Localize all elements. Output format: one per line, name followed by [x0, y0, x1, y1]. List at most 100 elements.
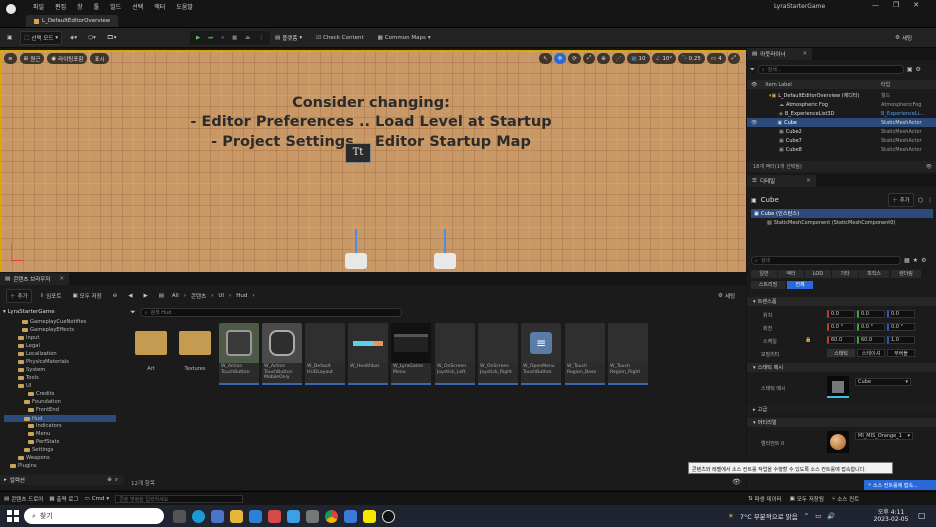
tree-item[interactable]: Legal [18, 343, 40, 349]
play-options-icon[interactable]: ⏭ [205, 31, 216, 45]
rotate-tool-icon[interactable]: ⟳ [568, 53, 581, 64]
filter-chip[interactable]: 렌더링 [891, 270, 921, 278]
player-start-icon[interactable] [343, 229, 369, 271]
tree-item[interactable]: Localization [18, 351, 57, 357]
source-control-button[interactable]: ⑂ 소스 컨트 [832, 495, 859, 503]
chrome-icon[interactable] [325, 510, 338, 523]
asset-tile[interactable]: W_Action TouchButton MobileOnly [262, 323, 302, 385]
tree-item[interactable]: Indicators [28, 423, 62, 429]
menu-select[interactable]: 선택 [132, 2, 143, 11]
tree-item[interactable]: Plugins [10, 463, 37, 469]
maximize-viewport-icon[interactable]: ⤢ [727, 53, 740, 64]
asset-tile[interactable]: W_Default HUDLayout [305, 323, 345, 385]
menu-tools[interactable]: 툴 [94, 2, 100, 11]
asset-tile[interactable]: W_Touch Region_Right [608, 323, 648, 385]
rotation-z[interactable]: 0.0 ° [887, 323, 915, 331]
component-root[interactable]: ▣ Cube (인스턴스) [751, 209, 933, 218]
check-content-button[interactable]: ☑ Check Content [313, 31, 366, 45]
static-mesh-section[interactable]: ▾ 스태틱 메시 [747, 363, 936, 372]
save-status-button[interactable]: ▣ 모두 저장됨 [790, 495, 824, 503]
outliner-row-selected[interactable]: 👁 ▣ Cube StaticMeshActor [747, 118, 936, 127]
tree-item[interactable]: UI [18, 383, 31, 389]
connect-source-control-popup[interactable]: ⑂ 소스 컨트롤에 접속... [864, 480, 936, 490]
close-tab-icon[interactable]: ✕ [806, 178, 811, 184]
pause-icon[interactable]: ⏸ [218, 31, 227, 45]
taskbar-search[interactable]: ⌕ 찾기 [24, 508, 164, 524]
search-icon[interactable]: ⌕ [115, 477, 118, 484]
content-settings-button[interactable]: ⚙ 세팅 [715, 289, 738, 303]
viewport-menu-icon[interactable]: ≡ [4, 53, 17, 64]
outliner-row[interactable]: ▣ Cube8 StaticMeshActor [747, 145, 936, 154]
tree-item[interactable]: Credits [28, 391, 54, 397]
edge-icon[interactable] [192, 510, 205, 523]
back-icon[interactable]: ◀ [125, 289, 135, 303]
save-all-button[interactable]: ▣ 모두 저장 [69, 289, 104, 303]
import-button[interactable]: ⇩ 임포트 [37, 289, 65, 303]
tree-item[interactable]: PhysicsMaterials [18, 359, 69, 365]
asset-tile[interactable]: · W_OnScreen Joystick_Right [478, 323, 518, 385]
filter-chip[interactable]: 일반 [751, 270, 777, 278]
menu-build[interactable]: 빌드 [110, 2, 121, 11]
details-search-input[interactable]: ⌕ 검색 [751, 256, 901, 265]
location-z[interactable]: 0.0 [887, 310, 915, 318]
cmd-button[interactable]: ▭ Cmd ▾ [85, 496, 110, 502]
filter-icon[interactable]: ⏷ [130, 308, 136, 317]
outliner-row[interactable]: ▣ Cube2 StaticMeshActor [747, 127, 936, 136]
save-icon[interactable]: ▣ [4, 31, 15, 45]
materials-section[interactable]: ▾ 머티리얼 [747, 418, 936, 427]
text-render-actor-icon[interactable]: Tt [345, 143, 371, 163]
outliner-search-input[interactable]: ⌕ 검색... [757, 65, 904, 74]
console-input[interactable]: 콘솔 명령을 입력하세요 [115, 495, 244, 503]
asset-folder[interactable]: Textures [175, 323, 215, 385]
close-icon[interactable]: ✕ [913, 1, 919, 9]
details-tab[interactable]: ☰ 디테일 ✕ [747, 175, 816, 187]
lit-button[interactable]: ◉ 라이팅포함 [47, 53, 88, 64]
tree-item[interactable]: System [18, 367, 45, 373]
folder-icon[interactable]: ▤ [156, 289, 167, 303]
show-button[interactable]: 표시 [90, 53, 109, 64]
mobility-stationary[interactable]: 스테이셔 [857, 349, 885, 357]
add-actor-icon[interactable]: ◈▾ [67, 31, 80, 45]
common-maps-button[interactable]: ▦ Common Maps ▾ [375, 31, 434, 45]
asset-tile[interactable]: · W_OnScreen Joystick_Left [435, 323, 475, 385]
mesh-thumbnail[interactable] [827, 376, 849, 398]
menu-file[interactable]: 파일 [33, 2, 44, 11]
windows-start-icon[interactable] [7, 510, 19, 522]
tree-item[interactable]: Settings [24, 447, 53, 453]
rotation-y[interactable]: 0.0 ° [857, 323, 885, 331]
level-tab[interactable]: L_DefaultEditorOverview [26, 15, 119, 27]
blueprint-icon[interactable]: ⬡ [918, 197, 923, 204]
asset-folder[interactable]: Art [131, 323, 171, 385]
camera-speed-button[interactable]: ▭ 4 [706, 53, 726, 64]
breadcrumb-ui[interactable]: UI [218, 293, 224, 299]
content-drawer-button[interactable]: ▤ 콘텐츠 드로어 [4, 495, 43, 503]
menu-help[interactable]: 도움말 [176, 2, 193, 11]
app-icon[interactable] [287, 510, 300, 523]
filter-chip[interactable]: 피직스 [859, 270, 889, 278]
tree-item[interactable]: FrontEnd [28, 407, 59, 413]
surface-snap-icon[interactable]: ⋰ [611, 53, 626, 64]
grid-snap-button[interactable]: ▦ 10 [627, 53, 650, 64]
unreal-taskbar-icon[interactable] [382, 510, 395, 523]
stop-icon[interactable]: ■ [229, 31, 240, 45]
tree-item[interactable]: Tools [18, 375, 39, 381]
history-icon[interactable]: ⊖ [110, 289, 121, 303]
close-tab-icon[interactable]: ✕ [59, 276, 64, 282]
add-button[interactable]: ＋ 추가 [6, 289, 32, 303]
scale-y[interactable]: 60.0 [857, 336, 885, 344]
location-x[interactable]: 0.0 [827, 310, 855, 318]
output-log-button[interactable]: ▦ 출력 로그 [49, 495, 78, 503]
breadcrumb-hud[interactable]: Hud [236, 293, 247, 299]
player-start-icon[interactable] [432, 229, 458, 271]
menu-actor[interactable]: 액터 [154, 2, 165, 11]
volume-icon[interactable]: 🔊 [827, 512, 835, 520]
location-y[interactable]: 0.0 [857, 310, 885, 318]
minimize-icon[interactable]: — [872, 1, 879, 9]
content-browser-tab[interactable]: ▤ 콘텐츠 브라우저 ✕ [0, 273, 69, 285]
advanced-section[interactable]: ▸ 고급 [747, 405, 936, 414]
static-mesh-select[interactable]: Cube ▾ [855, 378, 911, 386]
gear-icon[interactable]: ⚙ [921, 257, 926, 264]
network-icon[interactable]: ▭ [815, 512, 821, 520]
filter-chip[interactable]: 스트리밍 [751, 281, 785, 289]
menu-window[interactable]: 창 [77, 2, 83, 11]
